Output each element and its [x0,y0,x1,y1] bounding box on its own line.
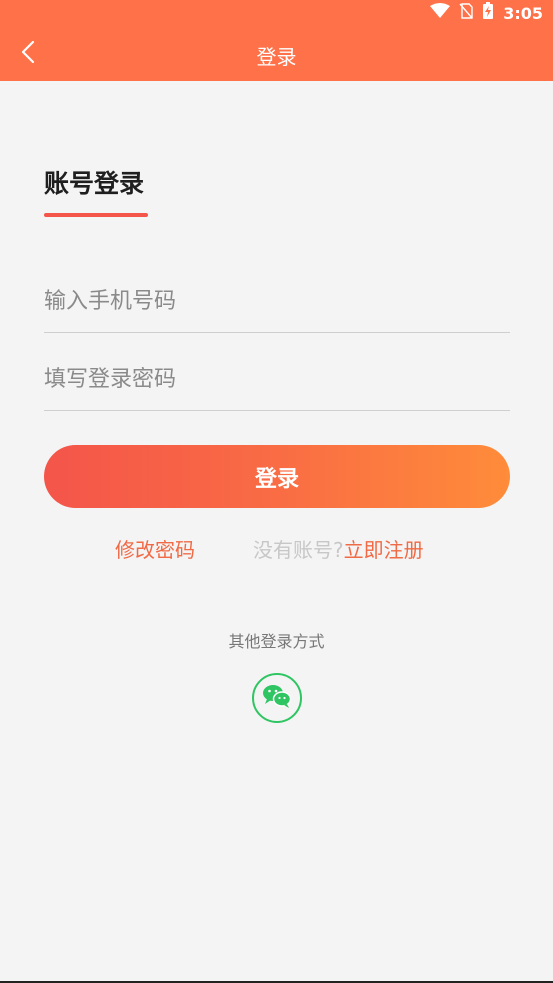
wechat-icon [262,683,292,713]
page-title: 登录 [256,45,297,69]
app-header: 3:05 登录 [0,0,553,81]
login-button[interactable]: 登录 [44,445,510,508]
change-password-link[interactable]: 修改密码 [115,534,195,563]
no-sim-icon [459,3,473,23]
tab-underline [44,213,148,217]
status-icons: 3:05 [430,2,543,24]
register-link[interactable]: 立即注册 [344,538,424,562]
other-login-label: 其他登录方式 [228,632,325,651]
status-time: 3:05 [503,3,543,23]
phone-input[interactable] [44,271,510,333]
wifi-icon [430,3,451,23]
no-account-text: 没有账号? [253,538,344,562]
battery-charging-icon [482,2,494,24]
register-prompt: 没有账号?立即注册 [253,534,424,563]
auth-links: 修改密码 没有账号?立即注册 [0,534,553,564]
password-input[interactable] [44,349,510,411]
wechat-login-button[interactable] [252,673,302,723]
account-login-tab[interactable]: 账号登录 [44,164,144,200]
status-bar: 3:05 [0,0,553,26]
navigation-bar: 登录 [0,26,553,81]
